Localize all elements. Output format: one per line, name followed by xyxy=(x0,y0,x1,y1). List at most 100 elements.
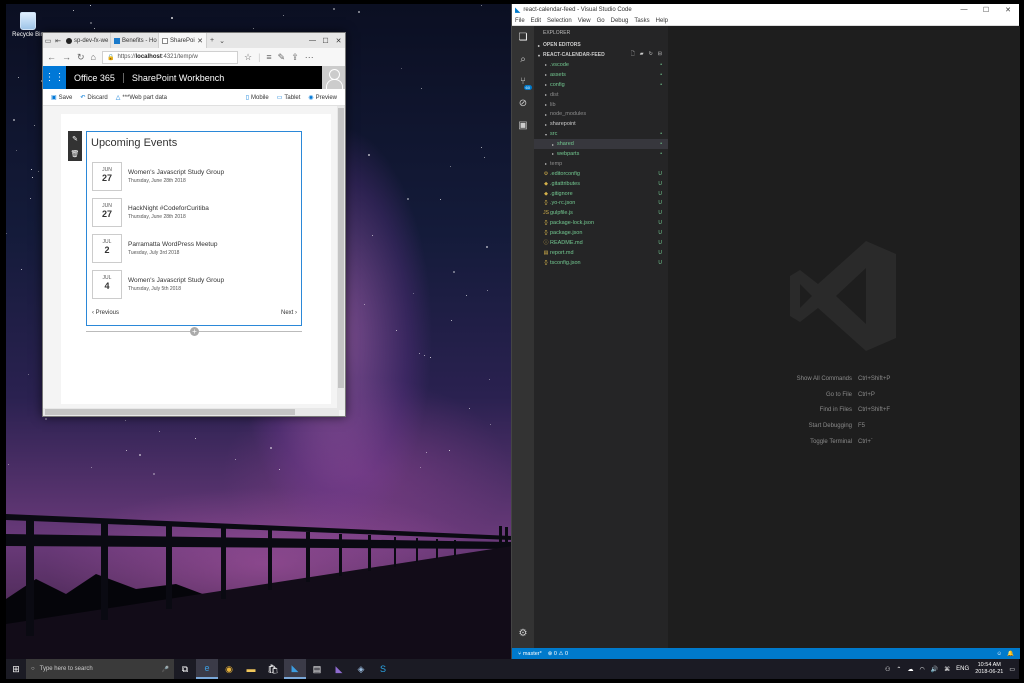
file-explorer-taskbar-icon[interactable]: ▬ xyxy=(240,659,262,679)
chrome-taskbar-icon[interactable]: ◉ xyxy=(218,659,240,679)
event-title[interactable]: Women's Javascript Study Group xyxy=(128,277,224,284)
minimize-icon[interactable]: — xyxy=(306,37,319,45)
tree-file[interactable]: {} package.json U xyxy=(534,228,668,238)
debug-icon[interactable]: ⊘ xyxy=(512,92,534,114)
menu-debug[interactable]: Debug xyxy=(611,18,629,24)
more-icon[interactable]: ⋯ xyxy=(305,52,314,63)
project-section[interactable]: ▾ REACT-CALENDAR-FEED 🗋 ▰ ↻ ⊟ xyxy=(534,50,668,60)
tree-file[interactable]: ⚙ .editorconfig U xyxy=(534,169,668,179)
event-title[interactable]: Women's Javascript Study Group xyxy=(128,169,224,176)
menu-tasks[interactable]: Tasks xyxy=(634,18,649,24)
network-icon[interactable]: ⌘ xyxy=(944,666,950,673)
horizontal-scrollbar[interactable] xyxy=(43,408,339,416)
tab-list-chevron-icon[interactable]: ⌄ xyxy=(217,37,227,45)
tree-folder[interactable]: ▸ node_modules xyxy=(534,109,668,119)
maximize-icon[interactable]: ☐ xyxy=(319,37,332,45)
tree-folder[interactable]: ▸ .vscode • xyxy=(534,60,668,70)
preview-button[interactable]: ◉ Preview xyxy=(308,94,337,101)
browser-tab-github[interactable]: sp-dev-fx-we xyxy=(63,33,111,48)
tree-folder[interactable]: ▾ src • xyxy=(534,129,668,139)
recycle-bin-desktop-icon[interactable]: Recycle Bin xyxy=(12,12,44,38)
notes-pen-icon[interactable]: ✎ xyxy=(278,52,286,63)
terminal-taskbar-icon[interactable]: ▤ xyxy=(306,659,328,679)
shortcut-row[interactable]: Show All Commands Ctrl+Shift+P xyxy=(728,371,988,387)
visual-studio-taskbar-icon[interactable]: ◣ xyxy=(328,659,350,679)
skype-taskbar-icon[interactable]: S xyxy=(372,659,394,679)
tree-folder[interactable]: ▸ dist xyxy=(534,90,668,100)
new-folder-icon[interactable]: ▰ xyxy=(640,51,644,59)
close-tab-icon[interactable]: ✕ xyxy=(197,37,203,45)
event-title[interactable]: Parramatta WordPress Meetup xyxy=(128,241,217,248)
store-taskbar-icon[interactable]: 🛍 xyxy=(262,659,284,679)
webpart-title[interactable]: Upcoming Events xyxy=(87,132,301,152)
menu-go[interactable]: Go xyxy=(597,18,605,24)
tree-folder[interactable]: ▸ webparts • xyxy=(534,149,668,159)
taskbar-search-box[interactable]: ○ Type here to search 🎤 xyxy=(26,659,174,679)
extensions-icon[interactable]: ▣ xyxy=(512,114,534,136)
refresh-icon[interactable]: ↻ xyxy=(77,52,85,63)
action-center-icon[interactable]: ▭ xyxy=(1009,666,1015,673)
favorite-star-icon[interactable]: ☆ xyxy=(244,52,252,63)
tree-folder[interactable]: ▸ config • xyxy=(534,80,668,90)
set-aside-tabs-icon[interactable]: ⇤ xyxy=(53,37,63,45)
menu-edit[interactable]: Edit xyxy=(531,18,541,24)
browser-tab-benefits[interactable]: Benefits - Ho xyxy=(111,33,159,48)
menu-help[interactable]: Help xyxy=(656,18,668,24)
tree-file[interactable]: JS gulpfile.js U xyxy=(534,208,668,218)
show-hidden-icons-chevron-icon[interactable]: ⌃ xyxy=(896,666,901,673)
tree-file[interactable]: ◆ .gitignore U xyxy=(534,189,668,199)
event-title[interactable]: HackNight #CodeforCuritiba xyxy=(128,205,209,212)
tree-file[interactable]: {} .yo-rc.json U xyxy=(534,198,668,208)
source-control-icon[interactable]: ⑂ 60 xyxy=(512,70,534,92)
new-tab-icon[interactable]: + xyxy=(207,37,217,44)
clock[interactable]: 10:54 AM 2018-06-21 xyxy=(975,662,1003,676)
favorites-hub-icon[interactable]: ≡ xyxy=(266,52,271,62)
add-webpart-plus-icon[interactable]: + xyxy=(190,327,199,336)
mobile-button[interactable]: ▯ Mobile xyxy=(246,94,269,101)
problems-status[interactable]: ⊗ 0 ⚠ 0 xyxy=(548,651,568,657)
open-editors-section[interactable]: ▸ OPEN EDITORS xyxy=(534,40,668,50)
next-button[interactable]: Next › xyxy=(281,310,297,316)
task-view-icon[interactable]: ⧉ xyxy=(174,659,196,679)
tab-preview-icon[interactable]: ▭ xyxy=(43,37,53,45)
shortcut-row[interactable]: Toggle Terminal Ctrl+` xyxy=(728,434,988,450)
close-window-icon[interactable]: ✕ xyxy=(332,37,345,45)
tree-folder[interactable]: ▸ lib xyxy=(534,100,668,110)
refresh-icon[interactable]: ↻ xyxy=(649,51,653,59)
tree-folder[interactable]: ▸ assets • xyxy=(534,70,668,80)
share-icon[interactable]: ⇪ xyxy=(291,52,299,63)
forward-icon[interactable]: → xyxy=(62,52,71,62)
tablet-button[interactable]: ▭ Tablet xyxy=(277,94,301,101)
onedrive-cloud-icon[interactable]: ☁ xyxy=(907,666,913,673)
windows-start-icon[interactable]: ⊞ xyxy=(6,659,26,679)
user-avatar-icon[interactable] xyxy=(322,66,345,89)
save-button[interactable]: ▣ Save xyxy=(51,94,72,101)
tree-folder[interactable]: ▸ temp xyxy=(534,159,668,169)
collapse-all-icon[interactable]: ⊟ xyxy=(658,51,662,59)
notifications-bell-icon[interactable]: 🔔 xyxy=(1007,651,1014,657)
maximize-icon[interactable]: ☐ xyxy=(975,6,997,14)
new-file-icon[interactable]: 🗋 xyxy=(631,51,635,59)
volume-icon[interactable]: 🔊 xyxy=(931,666,938,673)
tree-file[interactable]: ▤ report.md U xyxy=(534,248,668,258)
menu-selection[interactable]: Selection xyxy=(547,18,572,24)
delete-trash-icon[interactable]: 🗑 xyxy=(71,150,80,158)
shortcut-row[interactable]: Find in Files Ctrl+Shift+F xyxy=(728,402,988,418)
explorer-files-icon[interactable]: ❏ xyxy=(512,26,534,48)
menu-view[interactable]: View xyxy=(578,18,591,24)
app-launcher-waffle-icon[interactable]: ⋮⋮ xyxy=(43,66,66,89)
wifi-icon[interactable]: ◠ xyxy=(919,666,924,673)
search-icon[interactable]: ⌕ xyxy=(512,48,534,70)
minimize-icon[interactable]: — xyxy=(953,6,975,14)
event-item[interactable]: JUN 27 HackNight #CodeforCuritiba Thursd… xyxy=(92,198,297,227)
tree-file[interactable]: ⓘ README.md U xyxy=(534,238,668,248)
url-field[interactable]: 🔒 https://localhost:4321/temp/w xyxy=(101,50,238,64)
gear-icon[interactable]: ⚙ xyxy=(512,622,534,644)
smiley-feedback-icon[interactable]: ☺ xyxy=(997,651,1003,657)
language-indicator[interactable]: ENG xyxy=(956,666,969,672)
git-branch-status[interactable]: ⑂ master* xyxy=(518,651,542,657)
shortcut-row[interactable]: Start Debugging F5 xyxy=(728,418,988,434)
edge-browser-taskbar-icon[interactable]: e xyxy=(196,659,218,679)
vscode-taskbar-icon[interactable]: ◣ xyxy=(284,659,306,679)
web-part-data-button[interactable]: △ ***Web part data xyxy=(116,94,167,101)
